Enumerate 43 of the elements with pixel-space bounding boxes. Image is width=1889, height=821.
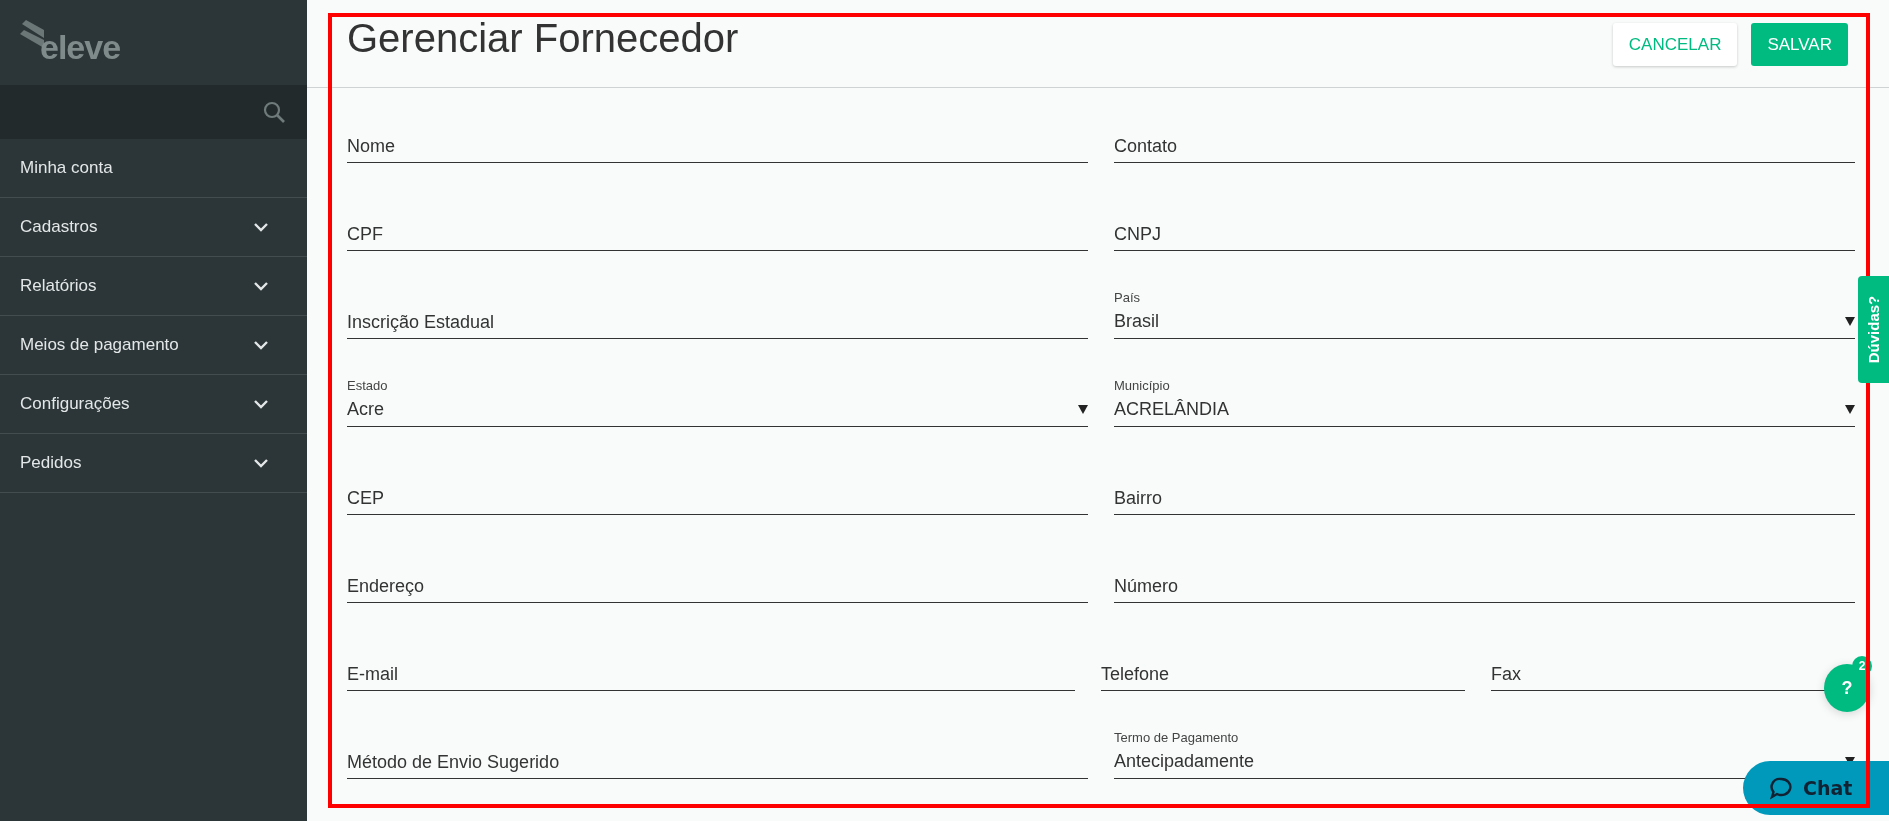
chevron-down-icon bbox=[253, 281, 269, 291]
text-field[interactable]: CPF bbox=[347, 191, 1088, 251]
text-field[interactable]: Endereço bbox=[347, 543, 1088, 603]
field-value: ACRELÂNDIA bbox=[1114, 399, 1230, 420]
text-field[interactable]: CNPJ bbox=[1114, 191, 1855, 251]
text-field[interactable]: Número bbox=[1114, 543, 1855, 603]
text-field[interactable]: Inscrição Estadual bbox=[347, 279, 1088, 339]
select-field[interactable]: País Brasil bbox=[1114, 279, 1855, 339]
text-field[interactable]: Contato bbox=[1114, 103, 1855, 163]
chevron-down-icon bbox=[253, 399, 269, 409]
text-field[interactable]: E-mail bbox=[347, 631, 1075, 691]
select-field[interactable]: Município ACRELÂNDIA bbox=[1114, 367, 1855, 427]
field-label: Termo de Pagamento bbox=[1114, 730, 1239, 745]
field-label: País bbox=[1114, 290, 1140, 305]
chevron-down-icon bbox=[253, 340, 269, 350]
text-field[interactable]: Bairro bbox=[1114, 455, 1855, 515]
sidebar-item[interactable]: Configurações bbox=[0, 375, 307, 434]
speech-bubble-icon bbox=[1769, 776, 1793, 800]
field-value: Acre bbox=[347, 399, 384, 420]
caret-icon bbox=[1845, 317, 1855, 326]
field-value: Antecipadamente bbox=[1114, 751, 1255, 772]
chevron-down-icon bbox=[253, 222, 269, 232]
field-label: Município bbox=[1114, 378, 1170, 393]
field-value: Brasil bbox=[1114, 311, 1159, 332]
chat-button[interactable]: Chat bbox=[1743, 761, 1889, 815]
sidebar-item[interactable]: Pedidos bbox=[0, 434, 307, 493]
select-field[interactable]: Estado Acre bbox=[347, 367, 1088, 427]
text-field[interactable]: CEP bbox=[347, 455, 1088, 515]
page-title: Gerenciar Fornecedor bbox=[347, 16, 739, 61]
field-label: Estado bbox=[347, 378, 388, 393]
sidebar-item[interactable]: Meios de pagamento bbox=[0, 316, 307, 375]
text-field[interactable]: Método de Envio Sugerido bbox=[347, 719, 1088, 779]
sidebar-item[interactable]: Minha conta bbox=[0, 139, 307, 198]
text-field[interactable]: Nome bbox=[347, 103, 1088, 163]
search-icon bbox=[263, 101, 285, 123]
caret-icon bbox=[1078, 405, 1088, 414]
sidebar-item[interactable]: Relatórios bbox=[0, 257, 307, 316]
text-field[interactable]: Telefone bbox=[1101, 631, 1465, 691]
caret-icon bbox=[1845, 405, 1855, 414]
feedback-label: Dúvidas? bbox=[1865, 295, 1882, 364]
sidebar-item[interactable]: Cadastros bbox=[0, 198, 307, 257]
logo: eleve bbox=[40, 29, 121, 64]
chevron-down-icon bbox=[253, 458, 269, 468]
